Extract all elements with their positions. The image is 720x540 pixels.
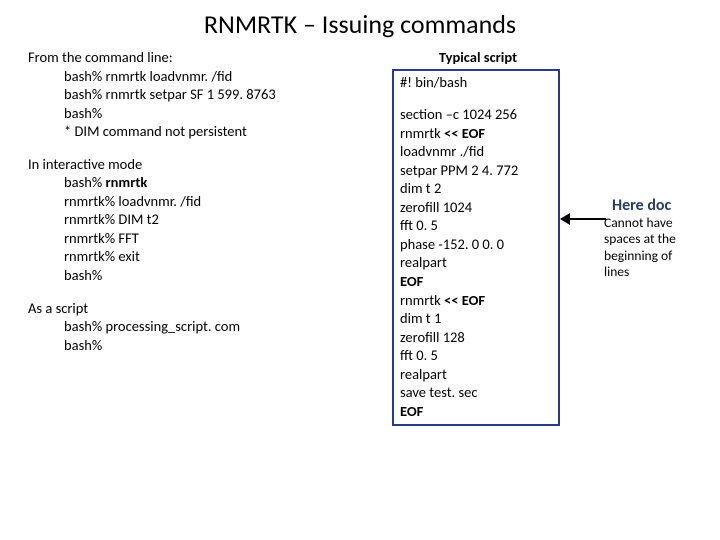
int-line: bash% bbox=[64, 266, 338, 285]
script-line: rnmrtk << EOF bbox=[400, 124, 552, 143]
script-line: fft 0. 5 bbox=[400, 346, 552, 365]
script-line: setpar PPM 2 4. 772 bbox=[400, 161, 552, 180]
int-line: bash% rnmrtk bbox=[64, 173, 338, 192]
slide-root: RNMRTK – Issuing commands From the comma… bbox=[0, 0, 720, 540]
int-line: rnmrtk% DIM t2 bbox=[64, 210, 338, 229]
cmd-text: FFT bbox=[118, 229, 138, 247]
cmd-text: exit bbox=[118, 247, 139, 265]
script-line: section –c 1024 256 bbox=[400, 105, 552, 124]
scr-line: bash% processing_script. com bbox=[64, 317, 338, 336]
script-line: phase -152. 0 0. 0 bbox=[400, 235, 552, 254]
int-line: rnmrtk% loadvnmr. /fid bbox=[64, 192, 338, 211]
script-line: EOF bbox=[400, 272, 552, 291]
prompt: rnmrtk% bbox=[64, 229, 118, 247]
annot-line: Cannot have bbox=[604, 215, 712, 231]
script-line: realpart bbox=[400, 365, 552, 384]
prompt: rnmrtk% bbox=[64, 192, 118, 210]
prompt: rnmrtk% bbox=[64, 247, 118, 265]
bold-text: rnmrtk bbox=[106, 173, 148, 191]
annotation-title: Here doc bbox=[604, 196, 712, 215]
cmd-line: bash% rnmrtk loadvnmr. /fid bbox=[64, 67, 338, 86]
annotation: Here doc Cannot have spaces at the begin… bbox=[604, 196, 712, 280]
cmd-text: loadvnmr. /fid bbox=[118, 192, 201, 210]
int-line: rnmrtk% FFT bbox=[64, 229, 338, 248]
right-column: Typical script #! bin/bash section –c 10… bbox=[392, 48, 582, 426]
annot-line: lines bbox=[604, 264, 712, 280]
annot-line: spaces at the bbox=[604, 231, 712, 247]
int-line: rnmrtk% exit bbox=[64, 247, 338, 266]
script-line: rnmrtk << EOF bbox=[400, 291, 552, 310]
heredoc-end: EOF bbox=[400, 402, 423, 420]
script-line: EOF bbox=[400, 402, 552, 421]
script-box: #! bin/bash section –c 1024 256 rnmrtk <… bbox=[392, 69, 560, 427]
annotation-body: Cannot have spaces at the beginning of l… bbox=[604, 215, 712, 280]
scr-line: bash% bbox=[64, 336, 338, 355]
script-line: zerofill 1024 bbox=[400, 198, 552, 217]
interactive-head: In interactive mode bbox=[28, 155, 338, 174]
prompt: bash% bbox=[64, 173, 106, 191]
heredoc-marker: << EOF bbox=[444, 291, 485, 309]
script-line: save test. sec bbox=[400, 383, 552, 402]
shebang-line: #! bin/bash bbox=[400, 73, 552, 92]
script-block: bash% processing_script. com bash% bbox=[28, 317, 338, 354]
cmd-line: bash% rnmrtk setpar SF 1 599. 8763 bbox=[64, 85, 338, 104]
script-line: dim t 1 bbox=[400, 309, 552, 328]
cmd-text: DIM t2 bbox=[118, 210, 158, 228]
cmd-line: * DIM command not persistent bbox=[64, 122, 338, 141]
prompt: bash% bbox=[64, 266, 102, 284]
cmd-text: rnmrtk bbox=[400, 124, 444, 142]
script-head: As a script bbox=[28, 299, 338, 318]
cmd-text: rnmrtk bbox=[400, 291, 444, 309]
annot-line: beginning of bbox=[604, 248, 712, 264]
arrow-icon bbox=[560, 212, 606, 226]
heredoc-marker: << EOF bbox=[444, 124, 485, 142]
cmd-block: bash% rnmrtk loadvnmr. /fid bash% rnmrtk… bbox=[28, 67, 338, 141]
typical-script-title: Typical script bbox=[392, 48, 564, 67]
script-line: dim t 2 bbox=[400, 179, 552, 198]
left-column: From the command line: bash% rnmrtk load… bbox=[28, 48, 338, 354]
script-line: loadvnmr ./fid bbox=[400, 142, 552, 161]
heredoc-end: EOF bbox=[400, 272, 423, 290]
cmd-head: From the command line: bbox=[28, 48, 338, 67]
cmd-line: bash% bbox=[64, 104, 338, 123]
slide-title: RNMRTK – Issuing commands bbox=[0, 8, 720, 40]
prompt: rnmrtk% bbox=[64, 210, 118, 228]
script-line: zerofill 128 bbox=[400, 328, 552, 347]
interactive-block: bash% rnmrtk rnmrtk% loadvnmr. /fid rnmr… bbox=[28, 173, 338, 284]
script-line: fft 0. 5 bbox=[400, 216, 552, 235]
script-line: realpart bbox=[400, 253, 552, 272]
